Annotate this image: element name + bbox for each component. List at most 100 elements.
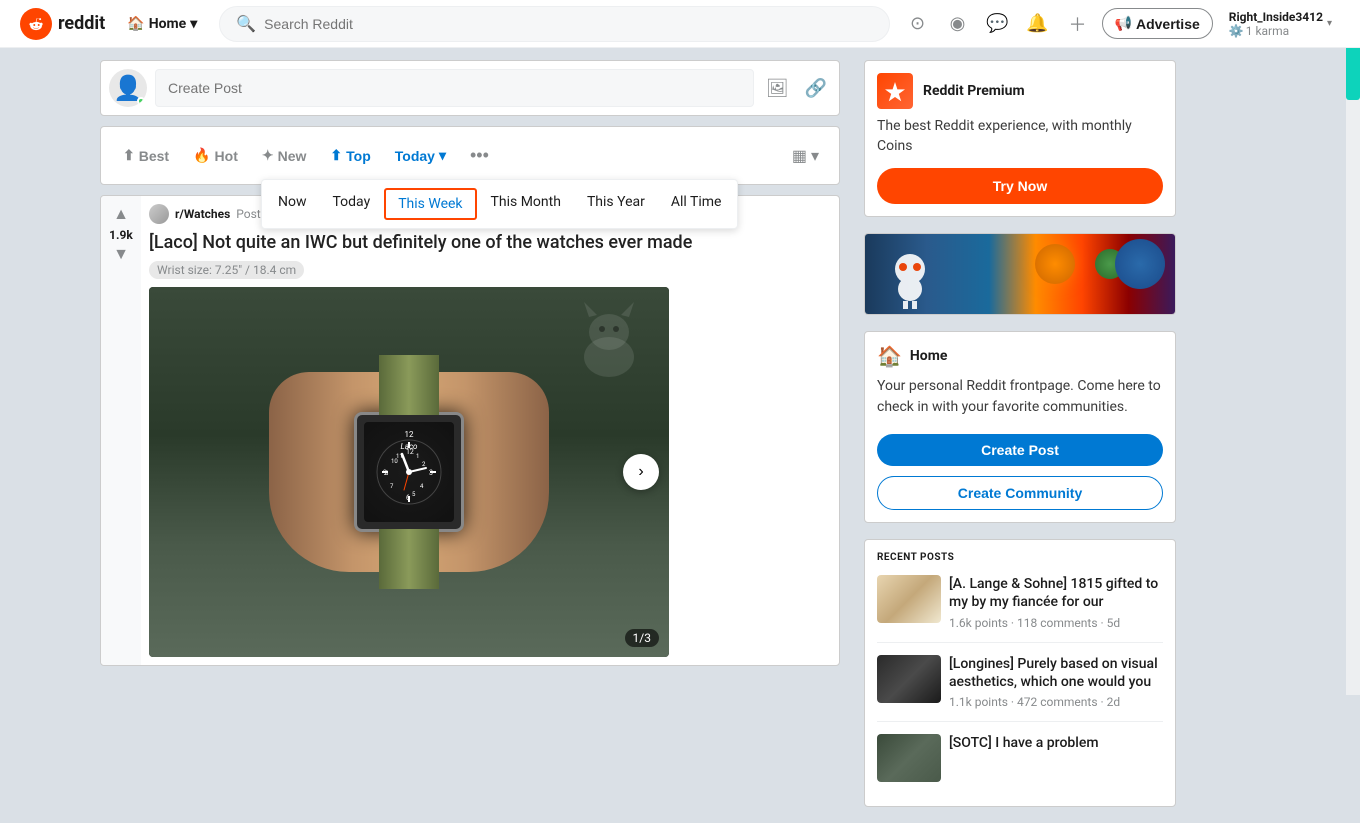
next-image-button[interactable]: › [623, 454, 659, 490]
recent-post-title-3: [SOTC] I have a problem [949, 734, 1099, 752]
planet-orange [1035, 244, 1075, 284]
sort-more-button[interactable]: ••• [460, 137, 499, 174]
post-card: ▲ 1.9k ▼ r/Watches Posted by u/--Eggs-- … [100, 195, 840, 666]
post-image-icon[interactable]: 🖼 [762, 74, 793, 103]
advertise-button[interactable]: 📢 Advertise [1102, 8, 1213, 39]
home-sidebar-content: 🏠 Home Your personal Reddit frontpage. C… [865, 332, 1175, 522]
center-column: 👤 🖼 🔗 ⬆ Best 🔥 Hot ✦ New ⬆ Top [100, 60, 840, 823]
home-create-post-button[interactable]: Create Post [877, 434, 1163, 466]
recent-post-item-2[interactable]: [Longines] Purely based on visual aesthe… [877, 655, 1163, 709]
home-nav-label: Home [149, 16, 186, 32]
hot-icon: 🔥 [193, 147, 210, 164]
home-nav[interactable]: 🏠 Home ▾ [117, 10, 207, 38]
create-post-bar: 👤 🖼 🔗 [100, 60, 840, 116]
dropdown-today[interactable]: Today [321, 188, 383, 220]
today-chevron: ▾ [439, 147, 446, 164]
search-input[interactable] [264, 16, 872, 32]
create-post-input[interactable] [155, 69, 754, 107]
premium-header: Reddit Premium [877, 73, 1163, 109]
post-image: 12 Laco [149, 287, 669, 657]
coins-icon-btn[interactable]: ◉ [942, 8, 974, 40]
karma-display: ⚙️ 1 karma [1229, 24, 1323, 38]
premium-title: Reddit Premium [923, 83, 1025, 99]
new-label: New [278, 148, 307, 164]
logo[interactable]: reddit [20, 8, 105, 40]
premium-content: Reddit Premium The best Reddit experienc… [865, 61, 1175, 216]
post-image-container[interactable]: 12 Laco [149, 287, 669, 657]
svg-text:6: 6 [406, 494, 410, 502]
home-create-community-button[interactable]: Create Community [877, 476, 1163, 510]
recent-posts-card: RECENT POSTS [A. Lange & Sohne] 1815 gif… [864, 539, 1176, 807]
cat-silhouette [569, 297, 649, 387]
divider-1 [877, 642, 1163, 643]
today-label: Today [395, 148, 435, 164]
post-flair: Wrist size: 7.25" / 18.4 cm [149, 261, 304, 279]
user-menu[interactable]: Right_Inside3412 ⚙️ 1 karma ▾ [1221, 6, 1340, 42]
recent-post-thumb-1 [877, 575, 941, 623]
strap-bottom [379, 529, 439, 589]
dropdown-this-year[interactable]: This Year [575, 188, 657, 220]
new-icon: ✦ [262, 147, 274, 164]
sort-today-button[interactable]: Today ▾ [385, 139, 456, 172]
sort-top-button[interactable]: ⬆ Top [320, 139, 380, 172]
home-title-row: 🏠 Home [877, 344, 1163, 368]
chat-icon-btn[interactable]: 💬 [982, 8, 1014, 40]
downvote-button[interactable]: ▼ [111, 244, 131, 266]
svg-text:3: 3 [429, 469, 433, 477]
karma-value: 1 karma [1246, 24, 1289, 38]
svg-text:2: 2 [422, 461, 426, 468]
watch-face: 12 Laco [364, 422, 454, 522]
post-link-icon[interactable]: 🔗 [801, 74, 831, 103]
post-content: r/Watches Posted by u/--Eggs-- 19 hours … [141, 196, 839, 665]
layout-chevron: ▾ [811, 146, 819, 166]
home-widget-icon: 🏠 [877, 344, 902, 368]
notifications-icon-btn[interactable]: 🔔 [1022, 8, 1054, 40]
recent-post-item[interactable]: [A. Lange & Sohne] 1815 gifted to my by … [877, 575, 1163, 629]
try-now-button[interactable]: Try Now [877, 168, 1163, 204]
sort-new-button[interactable]: ✦ New [252, 139, 317, 172]
recent-post-title-1: [A. Lange & Sohne] 1815 gifted to my by … [949, 575, 1163, 611]
layout-icon: ▦ [792, 146, 807, 166]
dropdown-all-time[interactable]: All Time [659, 188, 734, 220]
wrist: 12 Laco [269, 372, 549, 572]
recent-post-info-1: [A. Lange & Sohne] 1815 gifted to my by … [949, 575, 1163, 629]
top-dropdown: Now Today This Week This Month This Year… [261, 179, 738, 229]
best-icon: ⬆ [123, 147, 135, 164]
popular-icon-btn[interactable]: ⊙ [902, 8, 934, 40]
more-label: ••• [470, 145, 489, 165]
recent-posts-title: RECENT POSTS [877, 552, 1163, 563]
karma-icon: ⚙️ [1229, 24, 1244, 38]
layout-button[interactable]: ▦ ▾ [784, 140, 827, 172]
scrollbar-thumb[interactable] [1346, 40, 1360, 100]
premium-description: The best Reddit experience, with monthly… [877, 117, 1163, 156]
recent-post-meta-2: 1.1k points · 472 comments · 2d [949, 695, 1163, 709]
premium-icon [877, 73, 913, 109]
scrollbar-track [1346, 0, 1360, 695]
main-layout: 👤 🖼 🔗 ⬆ Best 🔥 Hot ✦ New ⬆ Top [80, 0, 1280, 823]
svg-text:4: 4 [420, 483, 424, 490]
subreddit-name[interactable]: r/Watches [175, 207, 230, 221]
svg-text:5: 5 [412, 491, 416, 498]
home-widget-title: Home [910, 348, 947, 364]
home-description: Your personal Reddit frontpage. Come her… [877, 376, 1163, 418]
home-icon: 🏠 [127, 16, 144, 32]
add-icon-btn[interactable]: ＋ [1062, 8, 1094, 40]
subreddit-icon [149, 204, 169, 224]
sort-best-button[interactable]: ⬆ Best [113, 139, 179, 172]
upvote-button[interactable]: ▲ [111, 204, 131, 226]
right-sidebar: Reddit Premium The best Reddit experienc… [864, 60, 1176, 823]
header-actions: ⊙ ◉ 💬 🔔 ＋ 📢 Advertise Right_Inside3412 ⚙… [902, 6, 1340, 42]
dropdown-this-month[interactable]: This Month [479, 188, 573, 220]
recent-post-item-3[interactable]: [SOTC] I have a problem [877, 734, 1163, 782]
watch-body: 12 Laco [354, 412, 464, 532]
recent-post-title-2: [Longines] Purely based on visual aesthe… [949, 655, 1163, 691]
sort-hot-button[interactable]: 🔥 Hot [183, 139, 248, 172]
hot-label: Hot [215, 148, 238, 164]
recent-post-meta-1: 1.6k points · 118 comments · 5d [949, 616, 1163, 630]
search-bar[interactable]: 🔍 [219, 6, 889, 42]
recent-post-thumb-3 [877, 734, 941, 782]
dropdown-this-week[interactable]: This Week [384, 188, 476, 220]
dropdown-now[interactable]: Now [266, 188, 319, 220]
header: reddit 🏠 Home ▾ 🔍 ⊙ ◉ 💬 🔔 ＋ 📢 Advertise … [0, 0, 1360, 48]
watch-brand: Laco [401, 442, 418, 451]
